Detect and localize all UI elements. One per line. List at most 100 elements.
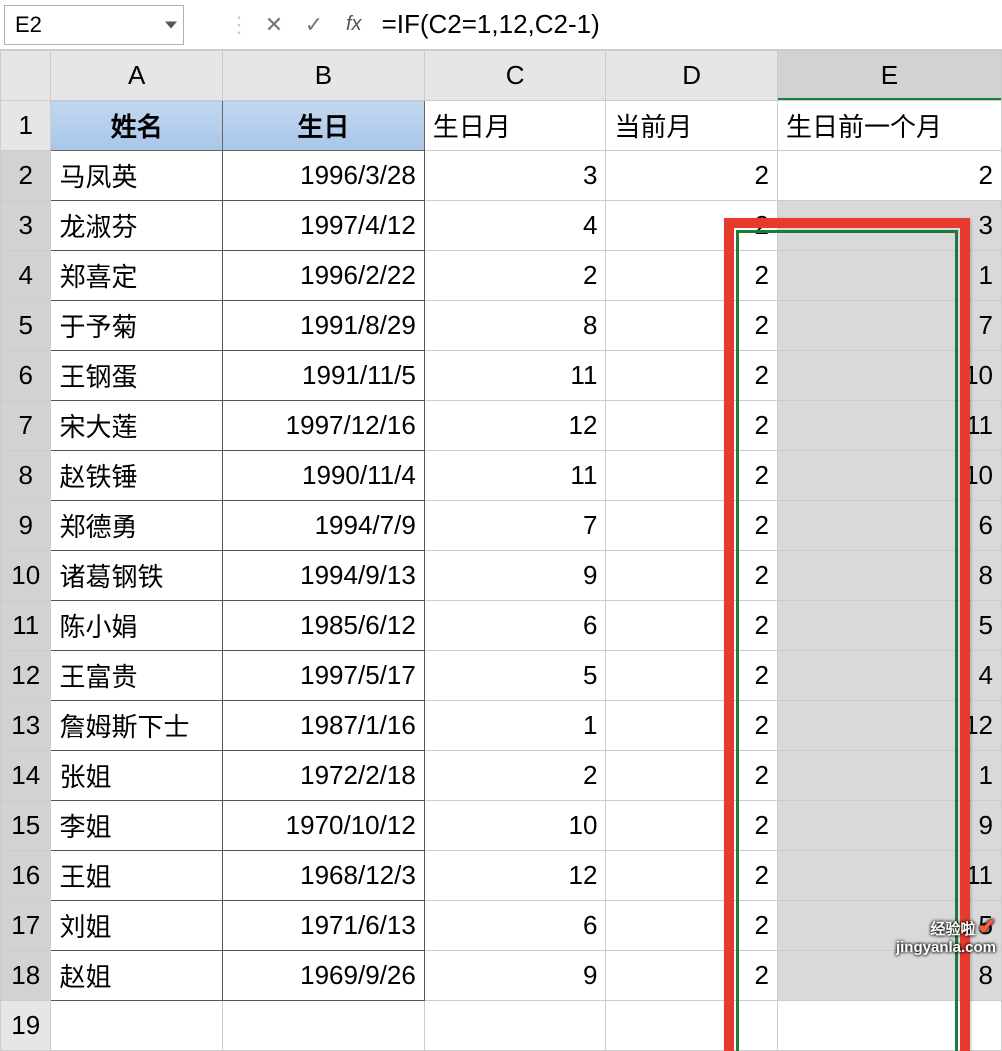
chevron-down-icon[interactable] bbox=[165, 21, 177, 28]
cell-prev-month[interactable]: 10 bbox=[777, 351, 1001, 401]
cell-name[interactable]: 龙淑芬 bbox=[51, 201, 223, 251]
row-header[interactable]: 7 bbox=[1, 401, 51, 451]
column-header-d[interactable]: D bbox=[606, 51, 778, 101]
cell-current-month[interactable]: 2 bbox=[606, 301, 778, 351]
cell-birth-month[interactable]: 1 bbox=[424, 701, 606, 751]
cell-birthday[interactable]: 1996/3/28 bbox=[222, 151, 424, 201]
header-cell[interactable]: 当前月 bbox=[606, 101, 778, 151]
cell-birthday[interactable]: 1997/4/12 bbox=[222, 201, 424, 251]
cell-name[interactable]: 诸葛钢铁 bbox=[51, 551, 223, 601]
cell-birthday[interactable]: 1994/7/9 bbox=[222, 501, 424, 551]
cell-prev-month[interactable]: 7 bbox=[777, 301, 1001, 351]
cell-birthday[interactable]: 1997/5/17 bbox=[222, 651, 424, 701]
select-all-corner[interactable] bbox=[1, 51, 51, 101]
cell-birthday[interactable]: 1970/10/12 bbox=[222, 801, 424, 851]
row-header[interactable]: 15 bbox=[1, 801, 51, 851]
cell-name[interactable]: 王姐 bbox=[51, 851, 223, 901]
header-cell[interactable]: 生日前一个月 bbox=[777, 101, 1001, 151]
cell-prev-month[interactable]: 6 bbox=[777, 501, 1001, 551]
cell-birthday[interactable]: 1996/2/22 bbox=[222, 251, 424, 301]
cell-birth-month[interactable]: 3 bbox=[424, 151, 606, 201]
empty-cell[interactable] bbox=[51, 1001, 223, 1051]
cell-current-month[interactable]: 2 bbox=[606, 551, 778, 601]
cell-birthday[interactable]: 1985/6/12 bbox=[222, 601, 424, 651]
enter-button[interactable]: ✓ bbox=[294, 5, 334, 45]
cell-birth-month[interactable]: 11 bbox=[424, 351, 606, 401]
column-header-e[interactable]: E bbox=[777, 51, 1001, 101]
cell-name[interactable]: 张姐 bbox=[51, 751, 223, 801]
cell-name[interactable]: 宋大莲 bbox=[51, 401, 223, 451]
cell-birthday[interactable]: 1991/11/5 bbox=[222, 351, 424, 401]
cell-birth-month[interactable]: 5 bbox=[424, 651, 606, 701]
cell-birth-month[interactable]: 10 bbox=[424, 801, 606, 851]
cell-birthday[interactable]: 1990/11/4 bbox=[222, 451, 424, 501]
formula-input[interactable] bbox=[374, 5, 998, 45]
cell-birthday[interactable]: 1997/12/16 bbox=[222, 401, 424, 451]
header-cell[interactable]: 姓名 bbox=[51, 101, 223, 151]
cell-birthday[interactable]: 1994/9/13 bbox=[222, 551, 424, 601]
cell-prev-month[interactable]: 2 bbox=[777, 151, 1001, 201]
empty-cell[interactable] bbox=[424, 1001, 606, 1051]
column-header-b[interactable]: B bbox=[222, 51, 424, 101]
cell-current-month[interactable]: 2 bbox=[606, 501, 778, 551]
cell-current-month[interactable]: 2 bbox=[606, 851, 778, 901]
name-box[interactable]: E2 bbox=[4, 5, 184, 45]
cell-current-month[interactable]: 2 bbox=[606, 151, 778, 201]
cell-prev-month[interactable]: 5 bbox=[777, 601, 1001, 651]
row-header[interactable]: 16 bbox=[1, 851, 51, 901]
cell-birth-month[interactable]: 4 bbox=[424, 201, 606, 251]
cell-birth-month[interactable]: 8 bbox=[424, 301, 606, 351]
row-header[interactable]: 18 bbox=[1, 951, 51, 1001]
grid[interactable]: A B C D E 1姓名生日生日月当前月生日前一个月2马凤英1996/3/28… bbox=[0, 50, 1002, 1051]
cell-name[interactable]: 于予菊 bbox=[51, 301, 223, 351]
cell-prev-month[interactable]: 3 bbox=[777, 201, 1001, 251]
cell-prev-month[interactable]: 11 bbox=[777, 851, 1001, 901]
empty-cell[interactable] bbox=[777, 1001, 1001, 1051]
row-header[interactable]: 11 bbox=[1, 601, 51, 651]
cell-prev-month[interactable]: 8 bbox=[777, 951, 1001, 1001]
cell-birth-month[interactable]: 2 bbox=[424, 751, 606, 801]
cell-name[interactable]: 詹姆斯下士 bbox=[51, 701, 223, 751]
cell-prev-month[interactable]: 8 bbox=[777, 551, 1001, 601]
cell-name[interactable]: 赵姐 bbox=[51, 951, 223, 1001]
cell-birth-month[interactable]: 12 bbox=[424, 851, 606, 901]
row-header[interactable]: 14 bbox=[1, 751, 51, 801]
cell-prev-month[interactable]: 1 bbox=[777, 751, 1001, 801]
cell-name[interactable]: 赵铁锤 bbox=[51, 451, 223, 501]
cell-name[interactable]: 李姐 bbox=[51, 801, 223, 851]
cell-name[interactable]: 郑喜定 bbox=[51, 251, 223, 301]
cell-current-month[interactable]: 2 bbox=[606, 251, 778, 301]
cell-birthday[interactable]: 1971/6/13 bbox=[222, 901, 424, 951]
cell-current-month[interactable]: 2 bbox=[606, 401, 778, 451]
cell-birth-month[interactable]: 11 bbox=[424, 451, 606, 501]
row-header[interactable]: 5 bbox=[1, 301, 51, 351]
cell-birth-month[interactable]: 7 bbox=[424, 501, 606, 551]
fx-label[interactable]: fx bbox=[346, 13, 362, 36]
cell-birth-month[interactable]: 6 bbox=[424, 601, 606, 651]
cell-prev-month[interactable]: 4 bbox=[777, 651, 1001, 701]
cell-name[interactable]: 王富贵 bbox=[51, 651, 223, 701]
row-header[interactable]: 2 bbox=[1, 151, 51, 201]
row-header[interactable]: 6 bbox=[1, 351, 51, 401]
cell-prev-month[interactable]: 10 bbox=[777, 451, 1001, 501]
cell-name[interactable]: 王钢蛋 bbox=[51, 351, 223, 401]
empty-cell[interactable] bbox=[222, 1001, 424, 1051]
cell-current-month[interactable]: 2 bbox=[606, 951, 778, 1001]
cell-current-month[interactable]: 2 bbox=[606, 751, 778, 801]
cell-birthday[interactable]: 1968/12/3 bbox=[222, 851, 424, 901]
cell-current-month[interactable]: 2 bbox=[606, 601, 778, 651]
empty-cell[interactable] bbox=[606, 1001, 778, 1051]
row-header[interactable]: 3 bbox=[1, 201, 51, 251]
cell-birthday[interactable]: 1969/9/26 bbox=[222, 951, 424, 1001]
column-header-a[interactable]: A bbox=[51, 51, 223, 101]
cell-name[interactable]: 陈小娟 bbox=[51, 601, 223, 651]
cell-name[interactable]: 马凤英 bbox=[51, 151, 223, 201]
cell-birth-month[interactable]: 12 bbox=[424, 401, 606, 451]
cell-prev-month[interactable]: 1 bbox=[777, 251, 1001, 301]
row-header[interactable]: 17 bbox=[1, 901, 51, 951]
cell-current-month[interactable]: 2 bbox=[606, 451, 778, 501]
cell-birthday[interactable]: 1972/2/18 bbox=[222, 751, 424, 801]
header-cell[interactable]: 生日 bbox=[222, 101, 424, 151]
cell-birthday[interactable]: 1987/1/16 bbox=[222, 701, 424, 751]
cell-current-month[interactable]: 2 bbox=[606, 801, 778, 851]
